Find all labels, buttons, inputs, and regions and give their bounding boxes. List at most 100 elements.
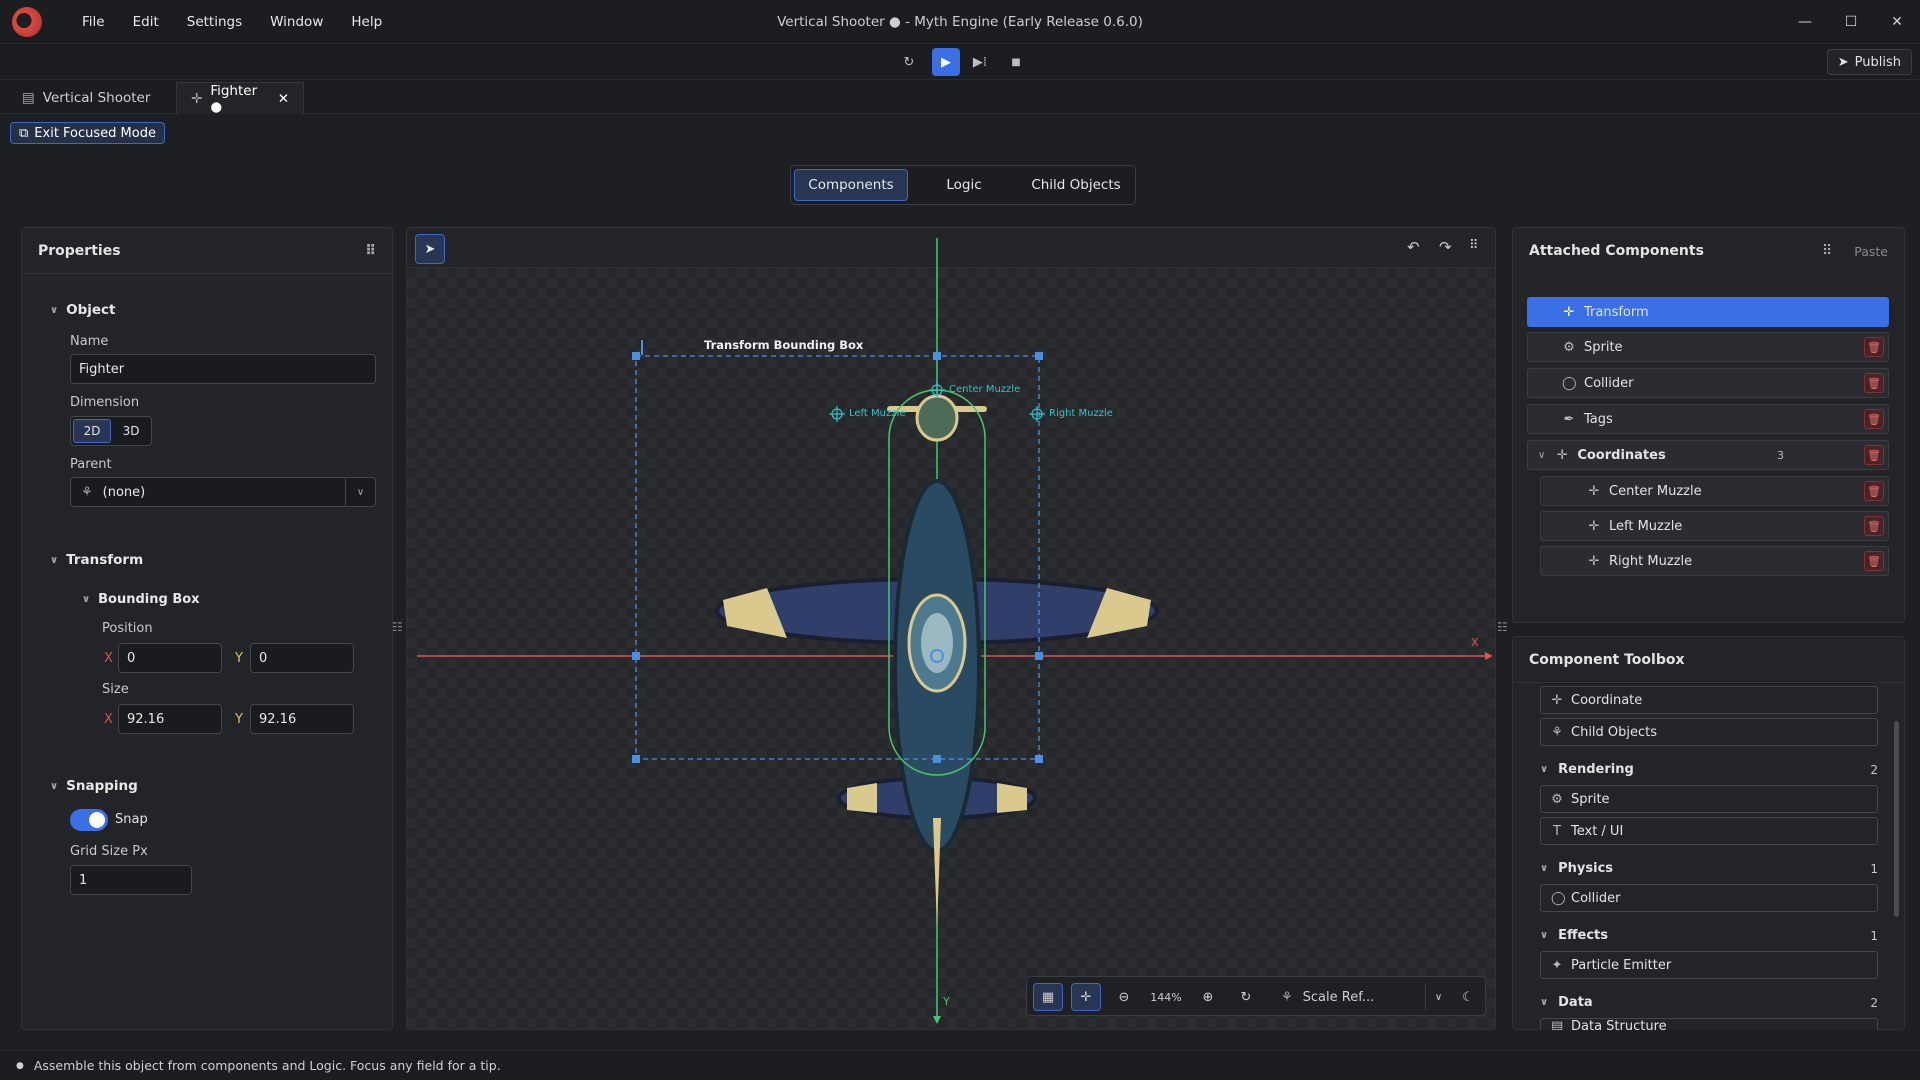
delete-icon[interactable]: 🗑: [1864, 409, 1884, 429]
paste-button[interactable]: Paste: [1854, 244, 1888, 259]
right-resize-handle-icon[interactable]: ☷: [1497, 620, 1508, 634]
component-sprite[interactable]: ⚙ Sprite 🗑: [1527, 332, 1889, 362]
exit-focused-mode-button[interactable]: ⧉ Exit Focused Mode: [10, 122, 165, 144]
chevron-down-icon: ∨: [1540, 997, 1549, 1008]
coordinate-right-muzzle[interactable]: ✛ Right Muzzle 🗑: [1540, 546, 1889, 576]
drag-handle-icon[interactable]: ⠿: [365, 243, 376, 259]
minimize-icon[interactable]: —: [1782, 0, 1828, 44]
delete-icon[interactable]: 🗑: [1864, 551, 1884, 571]
category-count: 1: [1870, 928, 1878, 943]
coordinate-center-muzzle[interactable]: ✛ Center Muzzle 🗑: [1540, 476, 1889, 506]
delete-icon[interactable]: 🗑: [1864, 373, 1884, 393]
toolbox-collider[interactable]: ◯ Collider: [1540, 884, 1878, 912]
category-effects[interactable]: ∨ Effects 1: [1540, 928, 1878, 943]
size-x-input[interactable]: 92.16: [118, 704, 222, 734]
chevron-down-icon: ∨: [50, 554, 59, 566]
toolbox-sprite[interactable]: ⚙ Sprite: [1540, 785, 1878, 813]
dim-3d-button[interactable]: 3D: [113, 419, 149, 443]
play-step-icon[interactable]: ▶⁞: [966, 48, 994, 76]
reset-view-icon[interactable]: ↻: [1231, 983, 1261, 1011]
toolbox-child-objects[interactable]: ⚘ Child Objects: [1540, 718, 1878, 746]
category-label: Physics: [1558, 861, 1614, 876]
category-physics[interactable]: ∨ Physics 1: [1540, 861, 1878, 876]
category-data[interactable]: ∨ Data 2: [1540, 995, 1878, 1010]
panel-title: Component Toolbox: [1529, 651, 1685, 668]
coordinates-count: 3: [1777, 448, 1784, 462]
component-collider[interactable]: ◯ Collider 🗑: [1527, 368, 1889, 398]
position-y-input[interactable]: 0: [250, 643, 354, 673]
component-transform[interactable]: ✛ Transform: [1527, 297, 1889, 327]
zoom-out-icon[interactable]: ⊖: [1109, 983, 1139, 1011]
play-button[interactable]: ▶: [932, 48, 960, 76]
tab-components[interactable]: Components: [794, 169, 908, 201]
tab-vertical-shooter[interactable]: ▤ Vertical Shooter: [8, 82, 164, 114]
chevron-down-icon[interactable]: ∨: [1425, 983, 1451, 1011]
dim-2d-button[interactable]: 2D: [73, 419, 111, 443]
tool-label: Text / UI: [1571, 823, 1624, 839]
category-label: Rendering: [1558, 762, 1634, 777]
transform-section[interactable]: ∨ Transform: [50, 552, 143, 568]
delete-icon[interactable]: 🗑: [1864, 481, 1884, 501]
delete-icon[interactable]: 🗑: [1864, 516, 1884, 536]
snap-toggle[interactable]: [70, 809, 108, 831]
publish-button[interactable]: ➤ Publish: [1826, 49, 1912, 75]
size-y-input[interactable]: 92.16: [250, 704, 354, 734]
sprite-icon: ⚙: [1551, 791, 1563, 807]
component-coordinates[interactable]: ∨ ✛ Coordinates 3 🗑: [1527, 440, 1889, 470]
left-resize-handle-icon[interactable]: ☷: [392, 620, 403, 634]
info-dot-icon: ●: [16, 1060, 24, 1071]
chevron-down-icon[interactable]: ∨: [345, 478, 375, 506]
parent-label: Parent: [70, 457, 112, 472]
zoom-in-icon[interactable]: ⊕: [1193, 983, 1223, 1011]
tool-label: Data Structure: [1571, 1019, 1667, 1030]
size-y-axis-label: Y: [235, 712, 243, 727]
toolbox-text-ui[interactable]: T Text / UI: [1540, 817, 1878, 845]
toolbox-coordinate[interactable]: ✛ Coordinate: [1540, 686, 1878, 714]
object-section[interactable]: ∨ Object: [50, 302, 116, 318]
tab-logic[interactable]: Logic: [908, 169, 1020, 201]
toolbox-particle-emitter[interactable]: ✦ Particle Emitter: [1540, 951, 1878, 979]
snapping-section[interactable]: ∨ Snapping: [50, 778, 138, 794]
drag-handle-icon[interactable]: ⠿: [1822, 243, 1832, 259]
grid-icon[interactable]: ▦: [1033, 983, 1063, 1011]
close-icon[interactable]: ✕: [1874, 0, 1920, 44]
menu-help[interactable]: Help: [337, 14, 396, 30]
object-icon: ✛: [191, 90, 203, 107]
grid-size-input[interactable]: 1: [70, 865, 192, 895]
scrollbar[interactable]: [1894, 721, 1899, 917]
delete-icon[interactable]: 🗑: [1864, 445, 1884, 465]
category-rendering[interactable]: ∨ Rendering 2: [1540, 762, 1878, 777]
component-label: Left Muzzle: [1609, 518, 1683, 534]
parent-select[interactable]: ⚘ (none) ∨: [70, 477, 376, 507]
delete-icon[interactable]: 🗑: [1864, 337, 1884, 357]
toolbox-data-structure[interactable]: ▤ Data Structure: [1540, 1018, 1878, 1030]
move-icon: ✛: [1563, 304, 1575, 320]
close-tab-icon[interactable]: ✕: [278, 91, 289, 107]
scale-ref-select[interactable]: ⚘ Scale Ref...: [1273, 983, 1423, 1011]
tab-child-objects[interactable]: Child Objects: [1020, 169, 1132, 201]
stop-icon[interactable]: ■: [1002, 48, 1030, 76]
menu-edit[interactable]: Edit: [119, 14, 173, 30]
theme-moon-icon[interactable]: ☾: [1455, 983, 1481, 1011]
snap-icon[interactable]: ✛: [1071, 983, 1101, 1011]
menu-settings[interactable]: Settings: [173, 14, 256, 30]
menu-file[interactable]: File: [68, 14, 119, 30]
tag-icon: ✒: [1563, 411, 1575, 427]
bounding-box-section[interactable]: ∨ Bounding Box: [82, 592, 200, 607]
component-tags[interactable]: ✒ Tags 🗑: [1527, 404, 1889, 434]
rocket-icon: ➤: [1837, 54, 1849, 70]
restart-icon[interactable]: ↻: [895, 48, 923, 76]
tab-fighter[interactable]: ✛ Fighter ● ✕: [176, 82, 304, 115]
name-label: Name: [70, 334, 109, 349]
coordinate-left-muzzle[interactable]: ✛ Left Muzzle 🗑: [1540, 511, 1889, 541]
panel-title: Attached Components: [1529, 243, 1704, 259]
category-count: 1: [1870, 861, 1878, 876]
position-x-input[interactable]: 0: [118, 643, 222, 673]
name-input[interactable]: Fighter: [70, 354, 376, 384]
tool-label: Coordinate: [1571, 692, 1643, 708]
maximize-icon[interactable]: ☐: [1828, 0, 1874, 44]
scene-svg: [417, 238, 1493, 1024]
scene-viewport[interactable]: ➤ ↶ ↷ ⠿ Transform Bounding Box Center Mu…: [406, 227, 1496, 1030]
dimension-label: Dimension: [70, 395, 140, 410]
menu-window[interactable]: Window: [256, 14, 337, 30]
